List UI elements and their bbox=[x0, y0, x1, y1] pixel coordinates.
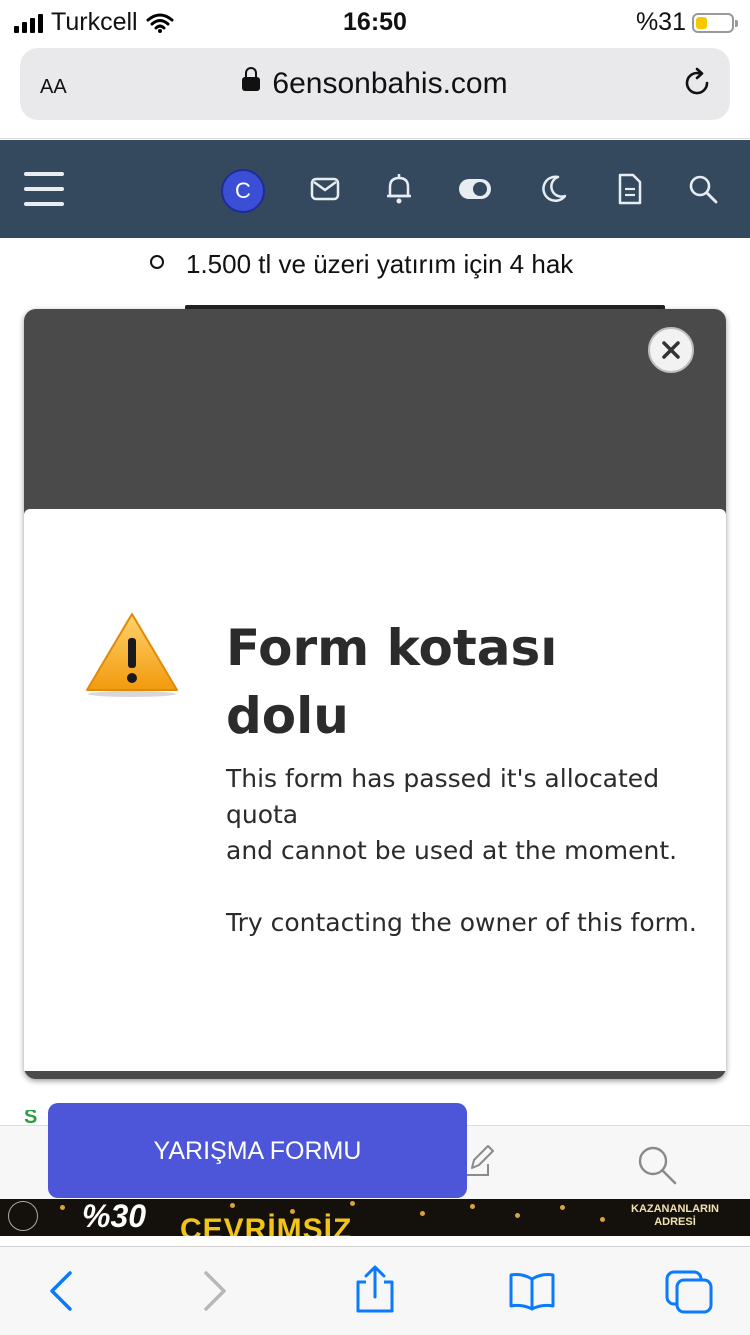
search-icon[interactable] bbox=[636, 1144, 678, 1186]
brand-logo bbox=[8, 1201, 38, 1231]
search-icon[interactable] bbox=[688, 174, 718, 204]
contest-form-button[interactable]: YARIŞMA FORMU bbox=[48, 1103, 467, 1198]
modal-title: Form kotası dolu bbox=[226, 619, 558, 745]
warning-icon bbox=[86, 613, 178, 697]
menu-icon[interactable] bbox=[24, 172, 64, 206]
browser-toolbar bbox=[0, 1246, 750, 1335]
forward-icon[interactable] bbox=[200, 1269, 230, 1313]
banner-partial-text: ÇEVRİMSİZ bbox=[180, 1213, 353, 1236]
modal-message: This form has passed it's allocated quot… bbox=[226, 764, 697, 937]
close-icon[interactable] bbox=[650, 329, 692, 371]
list-item-text: 1.500 tl ve üzeri yatırım için 4 hak bbox=[186, 249, 574, 279]
battery-status: %31 bbox=[635, 8, 738, 37]
banner-percent: %30 bbox=[82, 1199, 147, 1234]
moon-icon[interactable] bbox=[540, 174, 568, 204]
site-navbar: C bbox=[0, 140, 750, 238]
mail-icon[interactable] bbox=[310, 177, 340, 201]
battery-percent: %31 bbox=[635, 8, 686, 36]
divider bbox=[0, 138, 750, 139]
toggle-icon[interactable] bbox=[458, 178, 492, 200]
status-bar: Turkcell 16:50 %31 bbox=[0, 0, 750, 42]
battery-icon bbox=[692, 12, 738, 33]
reload-icon[interactable] bbox=[680, 66, 714, 100]
tabs-icon[interactable] bbox=[664, 1269, 714, 1315]
url-text: 6ensonbahis.com bbox=[272, 67, 508, 100]
document-icon[interactable] bbox=[618, 173, 642, 205]
back-icon[interactable] bbox=[46, 1269, 76, 1313]
banner-right-text: KAZANANLARIN ADRESİ bbox=[631, 1203, 719, 1228]
url-field[interactable]: 6ensonbahis.com bbox=[20, 67, 730, 101]
bullet-icon bbox=[150, 255, 164, 269]
lock-icon bbox=[242, 67, 261, 91]
bookmarks-icon[interactable] bbox=[508, 1271, 556, 1311]
avatar[interactable]: C bbox=[221, 169, 265, 213]
share-icon[interactable] bbox=[354, 1265, 396, 1315]
address-bar[interactable]: AA 6ensonbahis.com bbox=[20, 48, 730, 120]
bell-icon[interactable] bbox=[386, 173, 412, 205]
promo-banner[interactable]: %30 ÇEVRİMSİZ KAZANANLARIN ADRESİ bbox=[0, 1199, 750, 1236]
modal-close-button[interactable] bbox=[648, 327, 694, 373]
list-item: 1.500 tl ve üzeri yatırım için 4 hak bbox=[150, 249, 573, 280]
